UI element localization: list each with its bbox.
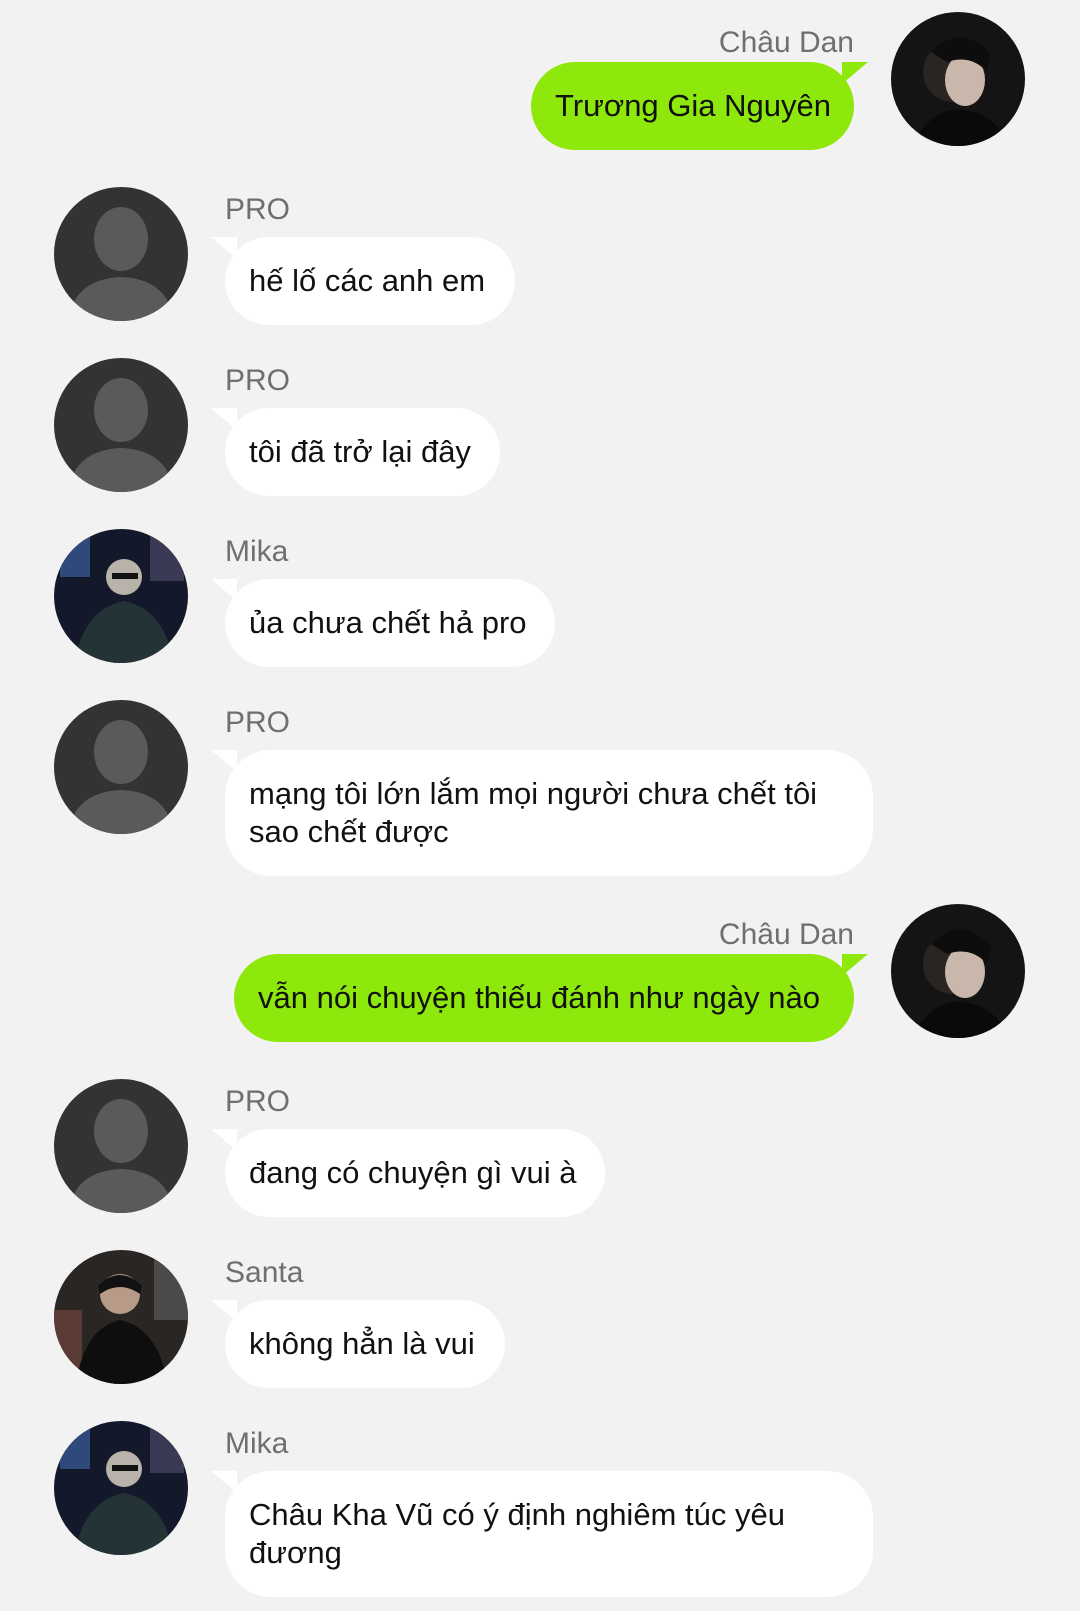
message-text: vẫn nói chuyện thiếu đánh như ngày nào <box>258 980 820 1015</box>
avatar-default[interactable] <box>54 700 188 834</box>
sender-name: PRO <box>225 1085 291 1118</box>
message-text: Châu Kha Vũ có ý định nghiêm túc yêu đươ… <box>249 1497 785 1570</box>
sender-name: Mika <box>225 535 289 568</box>
sender-name: Mika <box>225 1427 289 1460</box>
avatar-default[interactable] <box>54 187 188 321</box>
message-text: hế lố các anh em <box>249 263 486 298</box>
message-bubble[interactable]: Châu Kha Vũ có ý định nghiêm túc yêu đươ… <box>211 1471 873 1597</box>
avatar-chau-dan[interactable] <box>891 904 1025 1038</box>
message-text: ủa chưa chết hả pro <box>249 605 527 640</box>
message-bubble[interactable]: mạng tôi lớn lắm mọi người chưa chết tôi… <box>211 750 873 876</box>
message-bubble[interactable]: tôi đã trở lại đây <box>211 408 500 496</box>
avatar-santa[interactable] <box>54 1250 188 1384</box>
sender-name: PRO <box>225 706 291 739</box>
avatar-mika[interactable] <box>54 529 188 663</box>
message-bubble[interactable]: không hẳn là vui <box>211 1300 505 1388</box>
sender-name: Châu Dan <box>718 26 854 59</box>
avatar-default[interactable] <box>54 1079 188 1213</box>
message-text: tôi đã trở lại đây <box>249 434 471 469</box>
message-text: Trương Gia Nguyên <box>555 88 831 123</box>
sender-name: PRO <box>225 193 291 226</box>
message-bubble[interactable]: ủa chưa chết hả pro <box>211 579 555 667</box>
sender-name: Santa <box>225 1256 304 1289</box>
message-text: không hẳn là vui <box>249 1326 475 1361</box>
message-bubble[interactable]: đang có chuyện gì vui à <box>211 1129 605 1217</box>
sender-name: PRO <box>225 364 291 397</box>
message-text: đang có chuyện gì vui à <box>249 1155 577 1190</box>
avatar-default[interactable] <box>54 358 188 492</box>
avatar-mika[interactable] <box>54 1421 188 1555</box>
sender-name: Châu Dan <box>718 918 854 951</box>
message-bubble[interactable]: hế lố các anh em <box>211 237 515 325</box>
message-bubble[interactable]: vẫn nói chuyện thiếu đánh như ngày nào <box>234 954 868 1042</box>
avatar-chau-dan[interactable] <box>891 12 1025 146</box>
chat-thread: Châu Dan Trương Gia Nguyên PRO hế lố các… <box>0 0 1080 1611</box>
message-text: mạng tôi lớn lắm mọi người chưa chết tôi… <box>249 776 818 849</box>
message-bubble[interactable]: Trương Gia Nguyên <box>531 62 868 150</box>
